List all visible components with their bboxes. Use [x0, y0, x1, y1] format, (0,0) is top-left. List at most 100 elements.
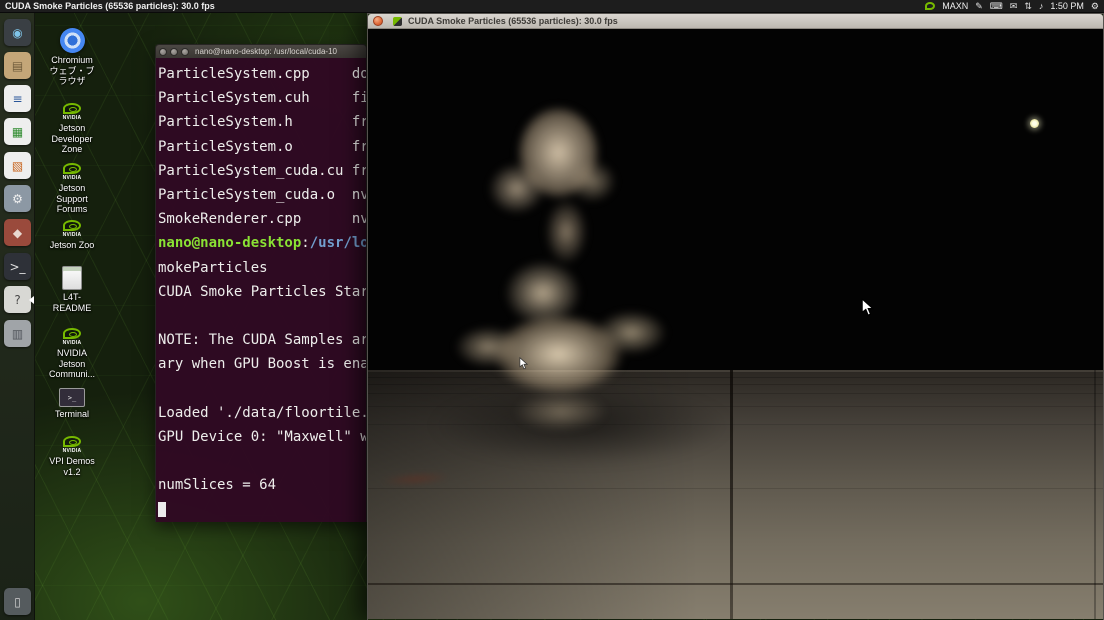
nvidia-icon: NVIDIA	[63, 328, 82, 346]
mouse-cursor-icon	[861, 298, 874, 317]
calc-icon[interactable]: ▦	[4, 118, 31, 145]
nvidia-eye-icon	[63, 103, 81, 114]
desktop-icon-l4t-readme[interactable]: L4T-README	[42, 266, 102, 313]
close-button[interactable]	[373, 16, 383, 26]
nvidia-wordmark: NVIDIA	[63, 232, 82, 238]
calc-icon-glyph: ▦	[12, 126, 23, 138]
terminal-line: SmokeRenderer.cpp nv	[158, 207, 366, 231]
session-menu-icon[interactable]: ⚙	[1091, 0, 1099, 13]
desktop-icon-vpi-demos[interactable]: NVIDIAVPI Demosv1.2	[42, 436, 102, 477]
desktop-icon-jetson-community-label: Jetson	[59, 359, 86, 370]
impress-icon-glyph: ▧	[12, 160, 23, 172]
prompt-separator: :	[301, 235, 309, 251]
nvidia-eye-icon	[63, 220, 81, 231]
terminal-line: mokeParticles	[158, 256, 366, 280]
volume-icon[interactable]: ♪	[1039, 0, 1044, 13]
desktop-icon-chromium-label: ウェブ・ブ	[49, 66, 94, 77]
terminal-line	[158, 376, 366, 400]
nvidia-logo-icon[interactable]	[925, 2, 935, 10]
desktop-icon-jetson-developer-zone-label: Zone	[62, 144, 83, 155]
terminal-icon: >_	[59, 388, 85, 407]
desktop-icon-jetson-support-forums[interactable]: NVIDIAJetsonSupportForums	[42, 163, 102, 215]
terminal-maximize-button[interactable]	[181, 48, 189, 56]
package-manager-icon-glyph: ◆	[13, 227, 22, 239]
desktop-icon-jetson-developer-zone[interactable]: NVIDIAJetsonDeveloperZone	[42, 103, 102, 155]
desktop-icon-jetson-community-label: Communi...	[49, 369, 95, 380]
archive-icon[interactable]: ▥	[4, 320, 31, 347]
writer-icon[interactable]: ≡	[4, 85, 31, 112]
desktop-icon-vpi-demos-label: VPI Demos	[49, 456, 95, 467]
terminal-minimize-button[interactable]	[170, 48, 178, 56]
floor-grid-line	[368, 488, 1103, 489]
active-window-title: CUDA Smoke Particles (65536 particles): …	[5, 1, 215, 11]
software-center-icon-glyph: ⚙	[12, 193, 23, 205]
secondary-cursor-icon	[519, 357, 528, 370]
nvidia-icon: NVIDIA	[63, 220, 82, 238]
nvidia-icon: NVIDIA	[63, 163, 82, 181]
cuda-app-icon	[393, 17, 402, 26]
terminal-dock-icon[interactable]: >_	[4, 253, 31, 280]
terminal-line: numSlices = 64	[158, 473, 366, 497]
dash-icon[interactable]: ◉	[4, 19, 31, 46]
chromium-icon	[60, 28, 85, 53]
terminal-line: ParticleSystem.cuh fi	[158, 86, 366, 110]
power-mode-label[interactable]: MAXN	[942, 1, 968, 11]
nvidia-icon: NVIDIA	[63, 103, 82, 121]
terminal-line	[158, 497, 366, 521]
clock[interactable]: 1:50 PM	[1050, 1, 1084, 11]
mail-icon[interactable]: ✉	[1010, 0, 1018, 13]
smoke-app-dock-icon-glyph: ?	[14, 294, 20, 306]
terminal-window[interactable]: nano@nano-desktop: /usr/local/cuda-10 Pa…	[155, 44, 367, 522]
desktop-icon-terminal[interactable]: >_Terminal	[42, 388, 102, 420]
terminal-output[interactable]: ParticleSystem.cpp doParticleSystem.cuh …	[155, 58, 367, 522]
trash-icon-glyph: ▯	[14, 596, 21, 608]
network-icon[interactable]: ⇅	[1024, 0, 1032, 13]
desktop-icon-jetson-community-label: NVIDIA	[57, 348, 87, 359]
terminal-title: nano@nano-desktop: /usr/local/cuda-10	[195, 47, 337, 56]
readme-file-icon	[62, 266, 82, 290]
nvidia-eye-icon	[63, 436, 81, 447]
package-manager-icon[interactable]: ◆	[4, 219, 31, 246]
software-center-icon[interactable]: ⚙	[4, 185, 31, 212]
cuda-window-title: CUDA Smoke Particles (65536 particles): …	[408, 16, 618, 26]
terminal-line: ParticleSystem_cuda.o nv	[158, 183, 366, 207]
writer-icon-glyph: ≡	[12, 93, 22, 105]
nvidia-wordmark: NVIDIA	[63, 448, 82, 454]
terminal-line: CUDA Smoke Particles Start	[158, 280, 366, 304]
desktop-icon-jetson-community[interactable]: NVIDIANVIDIAJetsonCommuni...	[42, 328, 102, 380]
cuda-smoke-window[interactable]: CUDA Smoke Particles (65536 particles): …	[367, 13, 1104, 620]
terminal-line: GPU Device 0: "Maxwell" wi	[158, 425, 366, 449]
smoke-render-area[interactable]	[368, 29, 1103, 619]
desktop-icon-chromium[interactable]: Chromiumウェブ・ブラウザ	[42, 28, 102, 87]
keyboard-icon[interactable]: ⌨	[990, 0, 1003, 13]
desktop-icon-jetson-support-forums-label: Jetson	[59, 183, 86, 194]
prompt-path: /usr/loc	[310, 235, 367, 251]
smoke-app-dock-icon[interactable]: ?	[4, 286, 31, 313]
desktop-icon-l4t-readme-label: L4T-	[63, 292, 81, 303]
launcher-dock: ◉ ▤ ≡ ▦ ▧ ⚙ ◆ >_? ▥ ▯	[0, 13, 35, 620]
trash-icon[interactable]: ▯	[4, 588, 31, 615]
menubar-indicators: MAXN ✎ ⌨ ✉ ⇅ ♪ 1:50 PM ⚙	[925, 0, 1099, 13]
desktop-icon-chromium-label: Chromium	[51, 55, 93, 66]
cuda-titlebar[interactable]: CUDA Smoke Particles (65536 particles): …	[368, 14, 1103, 29]
impress-icon[interactable]: ▧	[4, 152, 31, 179]
terminal-line: ParticleSystem.cpp do	[158, 62, 366, 86]
desktop-icon-jetson-zoo[interactable]: NVIDIAJetson Zoo	[42, 220, 102, 251]
terminal-dock-icon-glyph: >_	[9, 261, 25, 273]
terminal-line: ParticleSystem.h fr	[158, 110, 366, 134]
desktop-icon-l4t-readme-label: README	[53, 303, 92, 314]
terminal-line	[158, 449, 366, 473]
menubar: CUDA Smoke Particles (65536 particles): …	[0, 0, 1104, 13]
file-icon	[62, 266, 82, 290]
input-method-icon[interactable]: ✎	[975, 0, 983, 13]
nvidia-eye-icon	[63, 328, 81, 339]
desktop-icon-jetson-developer-zone-label: Jetson	[59, 123, 86, 134]
terminal-close-button[interactable]	[159, 48, 167, 56]
files-icon[interactable]: ▤	[4, 52, 31, 79]
nvidia-wordmark: NVIDIA	[63, 115, 82, 121]
desktop-icon-jetson-support-forums-label: Support	[56, 194, 88, 205]
terminal-cursor	[158, 502, 166, 517]
prompt-user-host: nano@nano-desktop	[158, 235, 301, 251]
terminal-titlebar[interactable]: nano@nano-desktop: /usr/local/cuda-10	[155, 44, 367, 58]
nvidia-wordmark: NVIDIA	[63, 340, 82, 346]
